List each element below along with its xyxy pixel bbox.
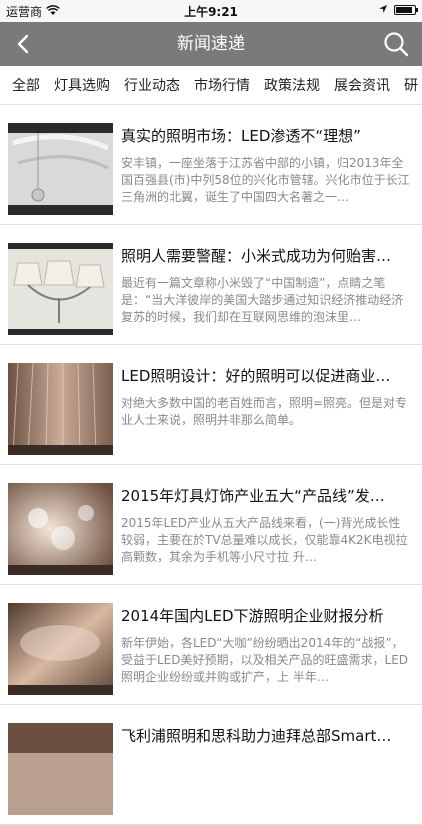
article-summary: 安丰镇，一座坐落于江苏省中部的小镇，归2013年全国百强县(市)中列58位的兴化… xyxy=(121,156,410,204)
tab-policy[interactable]: 政策法规 xyxy=(257,75,327,95)
list-item[interactable]: LED照明设计：好的照明可以促进商业… 对绝大多数中国的老百姓而言，照明=照亮。… xyxy=(0,345,422,465)
category-tabs: 全部 灯具选购 行业动态 市场行情 政策法规 展会资讯 研 xyxy=(0,66,422,105)
article-thumbnail xyxy=(8,603,113,695)
article-title: 真实的照明市场：LED渗透不“理想” xyxy=(121,127,361,145)
search-button[interactable] xyxy=(382,30,410,58)
list-item[interactable]: 2015年灯具灯饰产业五大“产品线”发… 2015年LED产业从五大产品线来看，… xyxy=(0,465,422,585)
list-item[interactable]: 照明人需要警醒：小米式成功为何贻害… 最近有一篇文章称小米毁了“中国制造”，点睛… xyxy=(0,225,422,345)
status-bar: 运营商 上午9:21 xyxy=(0,0,422,22)
article-summary: 2015年LED产业从五大产品线来看，(一)背光成长性较弱，主要在於TV总量难以… xyxy=(121,516,408,564)
tab-research[interactable]: 研 xyxy=(397,75,422,95)
tab-all[interactable]: 全部 xyxy=(0,75,47,95)
article-thumbnail xyxy=(8,363,113,455)
article-title: 2014年国内LED下游照明企业财报分析 xyxy=(121,607,384,625)
article-summary: 新年伊始，各LED“大咖”纷纷晒出2014年的“战报”，受益于LED美好预期，以… xyxy=(121,636,409,684)
location-arrow-icon xyxy=(378,3,388,17)
nav-bar: 新闻速递 xyxy=(0,22,422,66)
article-title: 飞利浦照明和思科助力迪拜总部Smart… xyxy=(121,727,392,745)
article-summary: 最近有一篇文章称小米毁了“中国制造”，点睛之笔是：“当大洋彼岸的美国大踏步通过知… xyxy=(121,276,404,324)
status-time: 上午9:21 xyxy=(184,5,238,19)
search-icon xyxy=(384,32,409,57)
page-title: 新闻速递 xyxy=(177,34,245,54)
article-title: 2015年灯具灯饰产业五大“产品线”发… xyxy=(121,487,385,505)
tab-industry-news[interactable]: 行业动态 xyxy=(117,75,187,95)
article-thumbnail xyxy=(8,123,113,215)
battery-icon xyxy=(394,5,418,15)
list-item[interactable]: 飞利浦照明和思科助力迪拜总部Smart… xyxy=(0,705,422,825)
news-list: 真实的照明市场：LED渗透不“理想” 安丰镇，一座坐落于江苏省中部的小镇，归20… xyxy=(0,105,422,825)
article-title: LED照明设计：好的照明可以促进商业… xyxy=(121,367,391,385)
article-thumbnail xyxy=(8,483,113,575)
article-thumbnail xyxy=(8,723,113,815)
status-right xyxy=(378,3,418,17)
tab-lamp-buying[interactable]: 灯具选购 xyxy=(47,75,117,95)
tab-market[interactable]: 市场行情 xyxy=(187,75,257,95)
article-title: 照明人需要警醒：小米式成功为何贻害… xyxy=(121,247,392,265)
list-item[interactable]: 2014年国内LED下游照明企业财报分析 新年伊始，各LED“大咖”纷纷晒出20… xyxy=(0,585,422,705)
tab-exhibition[interactable]: 展会资讯 xyxy=(327,75,397,95)
list-item[interactable]: 真实的照明市场：LED渗透不“理想” 安丰镇，一座坐落于江苏省中部的小镇，归20… xyxy=(0,105,422,225)
article-summary: 对绝大多数中国的老百姓而言，照明=照亮。但是对专业人士来说，照明并非那么简单。 xyxy=(121,396,408,427)
article-thumbnail xyxy=(8,243,113,335)
